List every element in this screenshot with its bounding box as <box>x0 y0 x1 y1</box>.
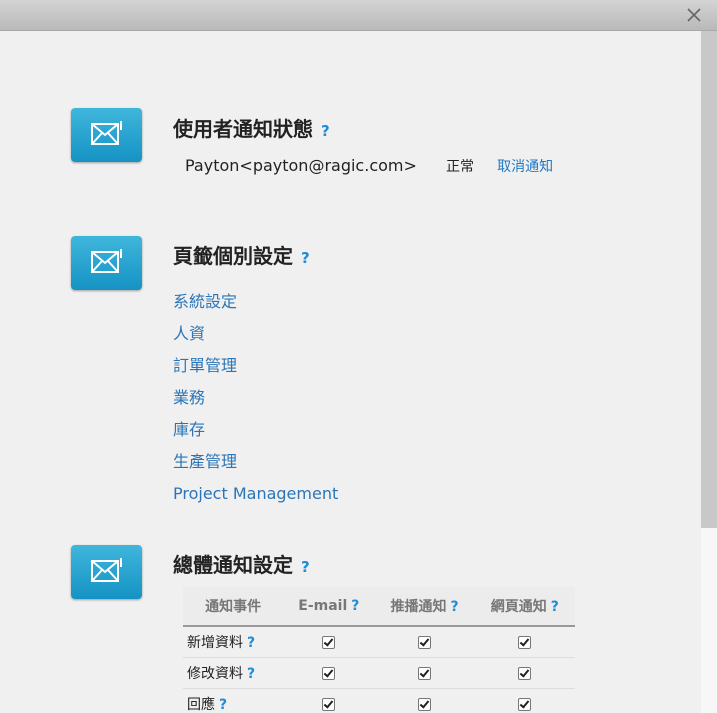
dialog-titlebar <box>0 0 717 31</box>
email-checkbox[interactable] <box>322 697 336 711</box>
help-icon[interactable]: ? <box>301 249 310 267</box>
tab-link-hr[interactable]: 人資 <box>173 318 338 350</box>
tab-link-sales[interactable]: 業務 <box>173 382 338 414</box>
event-cell: 修改資料? <box>183 657 284 689</box>
push-cell <box>374 688 475 713</box>
section-title-tabs: 頁籤個別設定? <box>173 240 310 269</box>
web-checkbox[interactable] <box>518 666 532 680</box>
event-cell: 回應? <box>183 688 284 713</box>
scrollbar-thumb[interactable] <box>701 31 717 528</box>
web-checkbox[interactable] <box>518 635 532 649</box>
tab-link-production[interactable]: 生產管理 <box>173 446 338 478</box>
column-header-push: 推播通知? <box>374 587 475 627</box>
table-row: 新增資料? <box>183 626 575 658</box>
tab-link-order-management[interactable]: 訂單管理 <box>173 350 338 382</box>
section-title-text: 總體通知設定 <box>173 553 293 577</box>
column-header-event: 通知事件 <box>183 587 284 627</box>
notification-settings-table: 通知事件 E-mail? 推播通知? 網頁通知? 新增資料? 修改資料? 回應? <box>183 587 575 713</box>
cancel-notification-link[interactable]: 取消通知 <box>497 159 553 175</box>
user-email: Payton<payton@ragic.com> <box>185 156 417 175</box>
email-checkbox[interactable] <box>322 635 336 649</box>
scrollbar[interactable] <box>701 31 717 713</box>
help-icon[interactable]: ? <box>247 666 255 682</box>
tab-link-system-settings[interactable]: 系統設定 <box>173 286 338 318</box>
help-icon[interactable]: ? <box>247 635 255 651</box>
tab-link-inventory[interactable]: 庫存 <box>173 414 338 446</box>
email-cell <box>283 657 375 689</box>
help-icon[interactable]: ? <box>551 599 559 615</box>
dialog-content: 使用者通知狀態? Payton<payton@ragic.com> 正常 取消通… <box>0 31 701 713</box>
tab-link-list: 系統設定 人資 訂單管理 業務 庫存 生產管理 Project Manageme… <box>173 286 338 510</box>
web-cell <box>474 626 575 658</box>
help-icon[interactable]: ? <box>450 599 458 615</box>
mail-icon <box>71 108 142 162</box>
column-header-web: 網頁通知? <box>474 587 575 627</box>
push-checkbox[interactable] <box>418 697 432 711</box>
table-row: 修改資料? <box>183 657 575 689</box>
web-checkbox[interactable] <box>518 697 532 711</box>
tab-link-project-management[interactable]: Project Management <box>173 478 338 510</box>
web-cell <box>474 688 575 713</box>
column-header-email: E-mail? <box>283 587 375 627</box>
help-icon[interactable]: ? <box>321 122 330 140</box>
email-cell <box>283 626 375 658</box>
section-title-status: 使用者通知狀態? <box>173 113 330 142</box>
mail-icon <box>71 545 142 599</box>
email-checkbox[interactable] <box>322 666 336 680</box>
section-title-text: 使用者通知狀態 <box>173 117 313 141</box>
push-checkbox[interactable] <box>418 635 432 649</box>
event-cell: 新增資料? <box>183 626 284 658</box>
help-icon[interactable]: ? <box>351 598 359 614</box>
push-cell <box>374 657 475 689</box>
section-title-general: 總體通知設定? <box>173 549 310 578</box>
close-icon[interactable] <box>685 6 703 24</box>
table-header-row: 通知事件 E-mail? 推播通知? 網頁通知? <box>183 587 575 627</box>
push-cell <box>374 626 475 658</box>
table-row: 回應? <box>183 688 575 713</box>
user-status-row: Payton<payton@ragic.com> 正常 取消通知 <box>185 156 553 176</box>
help-icon[interactable]: ? <box>219 697 227 713</box>
push-checkbox[interactable] <box>418 666 432 680</box>
email-cell <box>283 688 375 713</box>
mail-icon <box>71 236 142 290</box>
help-icon[interactable]: ? <box>301 558 310 576</box>
web-cell <box>474 657 575 689</box>
section-title-text: 頁籤個別設定 <box>173 244 293 268</box>
status-badge: 正常 <box>445 159 474 175</box>
